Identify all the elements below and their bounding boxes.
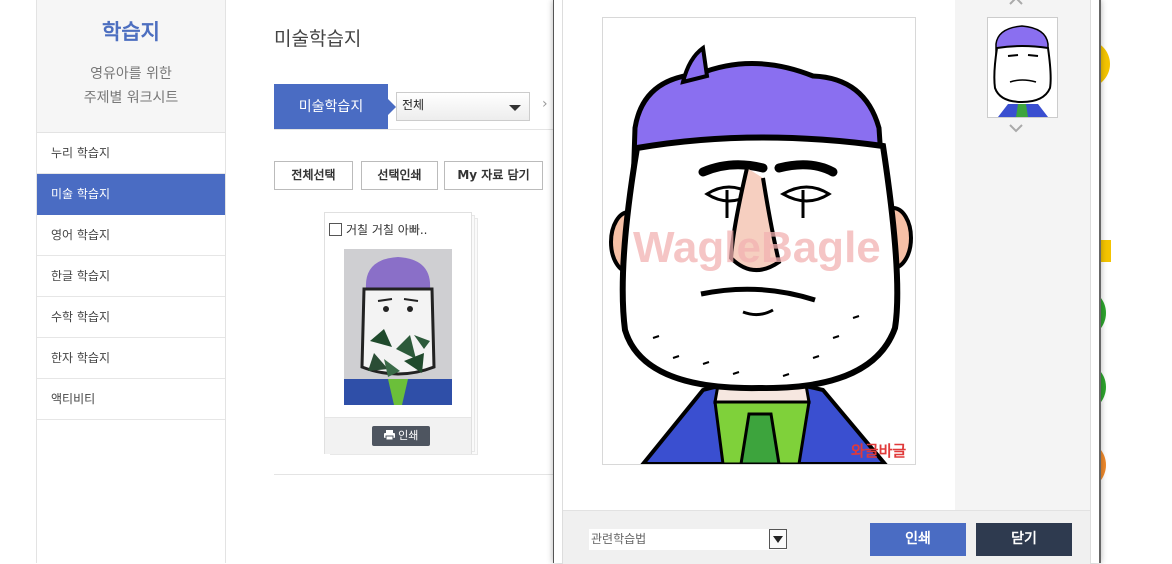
preview-modal: WagleBagle 와글바글 관련학습법 인쇄 닫기: [553, 0, 1101, 564]
printer-icon: [383, 430, 395, 441]
main-content: 미술학습지 미술학습지 전체 › 전체선택 선택인쇄 My 자료 담기 거칠 거…: [274, 0, 574, 563]
divider-bottom: [274, 474, 554, 475]
close-button[interactable]: 닫기: [976, 523, 1072, 556]
sidebar-item-nuri[interactable]: 누리 학습지: [37, 133, 225, 174]
checkbox-icon[interactable]: [329, 223, 342, 236]
dropdown-arrow-icon[interactable]: [769, 529, 787, 549]
filter-select-value: 전체: [402, 98, 425, 112]
divider: [274, 129, 554, 130]
sidebar-item-activity[interactable]: 액티비티: [37, 379, 225, 420]
my-save-button[interactable]: My 자료 담기: [444, 161, 543, 190]
filter-select[interactable]: 전체: [396, 92, 530, 121]
preview-page: WagleBagle 와글바글: [602, 17, 916, 465]
card-title: 거칠 거칠 아빠..: [329, 221, 428, 238]
chevron-right-icon[interactable]: ›: [542, 96, 548, 112]
card-print-label: 인쇄: [398, 429, 419, 442]
sidebar-header: 학습지 영유아를 위한 주제별 워크시트: [37, 0, 225, 133]
related-method-value: 관련학습법: [591, 532, 647, 546]
related-method-select[interactable]: 관련학습법: [589, 529, 787, 550]
sidebar-item-hanja[interactable]: 한자 학습지: [37, 338, 225, 379]
card-thumbnail[interactable]: [344, 249, 452, 405]
svg-text:WagleBagle: WagleBagle: [633, 223, 881, 272]
svg-text:와글바글: 와글바글: [851, 442, 906, 460]
thumbnail-column: [955, 0, 1090, 510]
print-selected-button[interactable]: 선택인쇄: [361, 161, 438, 190]
sidebar-item-art[interactable]: 미술 학습지: [37, 174, 225, 215]
sidebar-subtitle: 영유아를 위한 주제별 워크시트: [37, 62, 225, 110]
preview-viewer: WagleBagle 와글바글: [563, 0, 955, 510]
modal-footer: 관련학습법 인쇄 닫기: [563, 510, 1090, 564]
dropdown-arrow-icon: [509, 105, 521, 111]
page-title: 미술학습지: [274, 28, 362, 50]
modal-body: WagleBagle 와글바글 관련학습법 인쇄 닫기: [562, 0, 1091, 564]
sidebar-title: 학습지: [102, 20, 160, 44]
page-thumbnail[interactable]: [987, 17, 1058, 118]
card-title-text: 거칠 거칠 아빠..: [346, 223, 428, 237]
print-button[interactable]: 인쇄: [870, 523, 966, 556]
worksheet-card[interactable]: 거칠 거칠 아빠.. 인쇄: [324, 212, 472, 454]
sidebar-subtitle-line1: 영유아를 위한: [90, 66, 172, 82]
sidebar-item-english[interactable]: 영어 학습지: [37, 215, 225, 256]
sidebar-item-math[interactable]: 수학 학습지: [37, 297, 225, 338]
caricature-image: WagleBagle 와글바글: [603, 18, 915, 464]
card-print-button[interactable]: 인쇄: [372, 426, 430, 446]
category-tab[interactable]: 미술학습지: [274, 84, 396, 130]
chevron-down-icon[interactable]: [1009, 121, 1023, 135]
select-all-button[interactable]: 전체선택: [274, 161, 353, 190]
chevron-up-icon[interactable]: [1009, 0, 1023, 8]
card-footer: 인쇄: [325, 417, 471, 454]
sidebar-item-hangul[interactable]: 한글 학습지: [37, 256, 225, 297]
sidebar-subtitle-line2: 주제별 워크시트: [83, 90, 179, 106]
sidebar: 학습지 영유아를 위한 주제별 워크시트 누리 학습지 미술 학습지 영어 학습…: [36, 0, 226, 563]
